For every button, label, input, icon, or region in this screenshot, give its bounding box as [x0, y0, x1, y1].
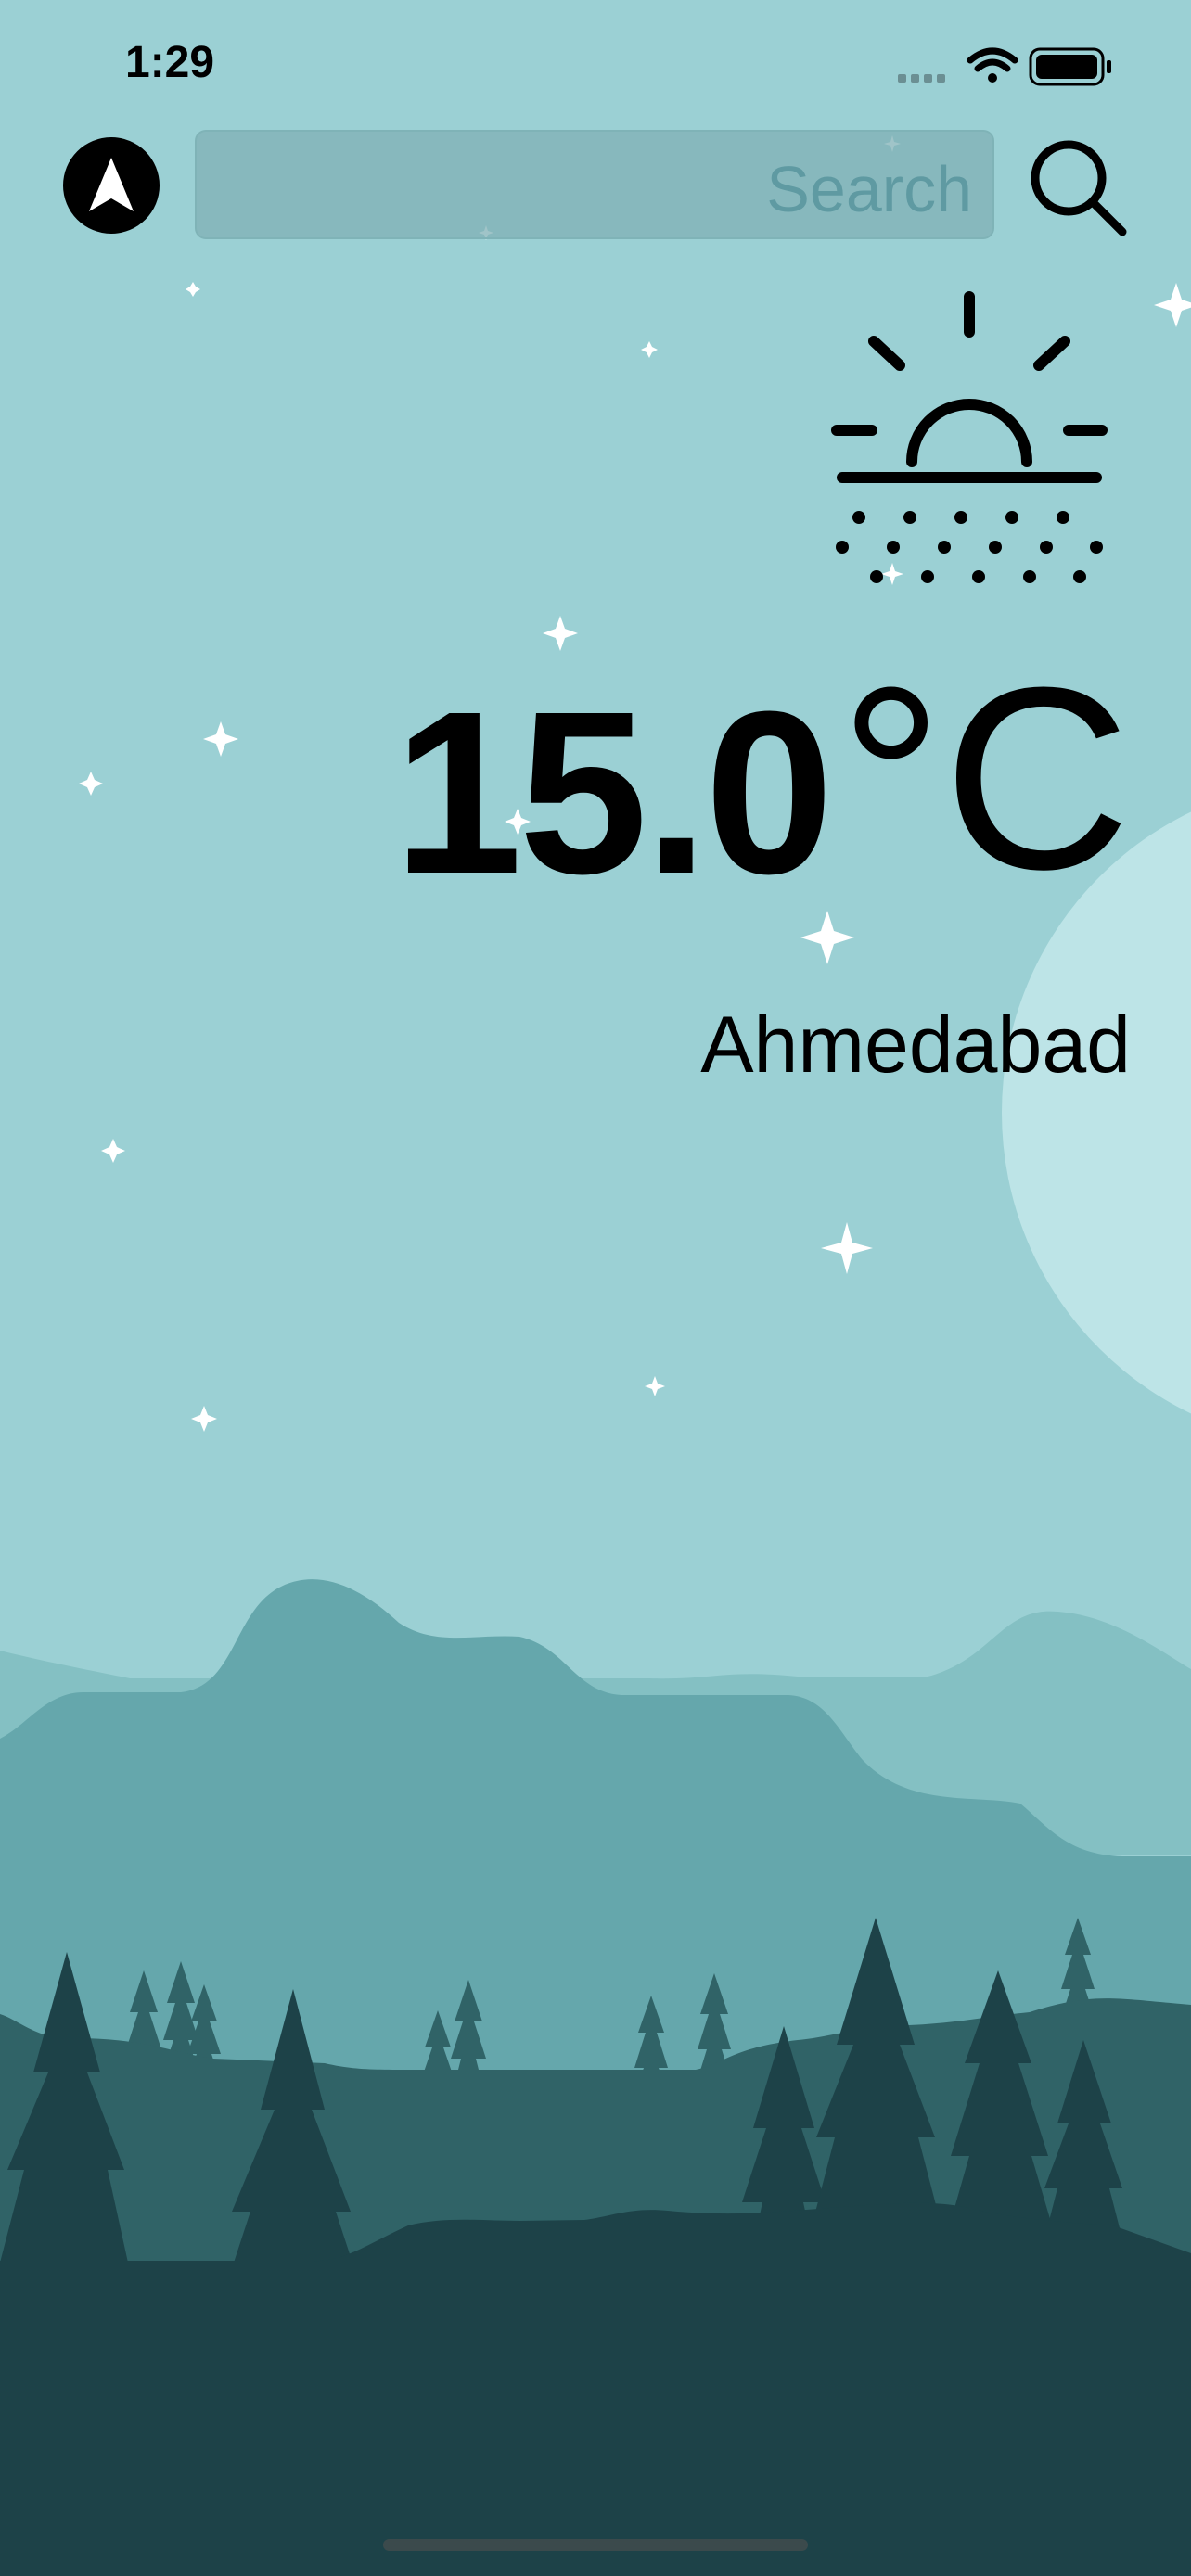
temperature-unit: °C: [839, 634, 1131, 924]
navigation-arrow-icon: [89, 158, 134, 211]
search-button[interactable]: [1028, 137, 1130, 239]
cellular-signal-icon: [898, 74, 945, 83]
search-placeholder: Search: [766, 153, 972, 225]
status-time: 1:29: [125, 38, 215, 87]
status-bar: 1:29: [0, 0, 1191, 121]
city-name: Ahmedabad: [700, 1001, 1131, 1090]
fog-dots: [836, 511, 1103, 583]
magnifying-glass-icon: [1031, 140, 1127, 236]
temperature-display: 15.0 °C: [393, 649, 1131, 922]
current-location-button[interactable]: [63, 137, 160, 234]
status-icons: [898, 47, 1111, 86]
battery-icon: [1029, 47, 1111, 86]
search-input[interactable]: Search: [195, 130, 994, 239]
home-indicator[interactable]: [383, 2539, 808, 2551]
sunrise-fog-icon: [831, 291, 1108, 583]
wifi-icon: [967, 47, 1018, 83]
temperature-value: 15.0: [393, 663, 834, 922]
